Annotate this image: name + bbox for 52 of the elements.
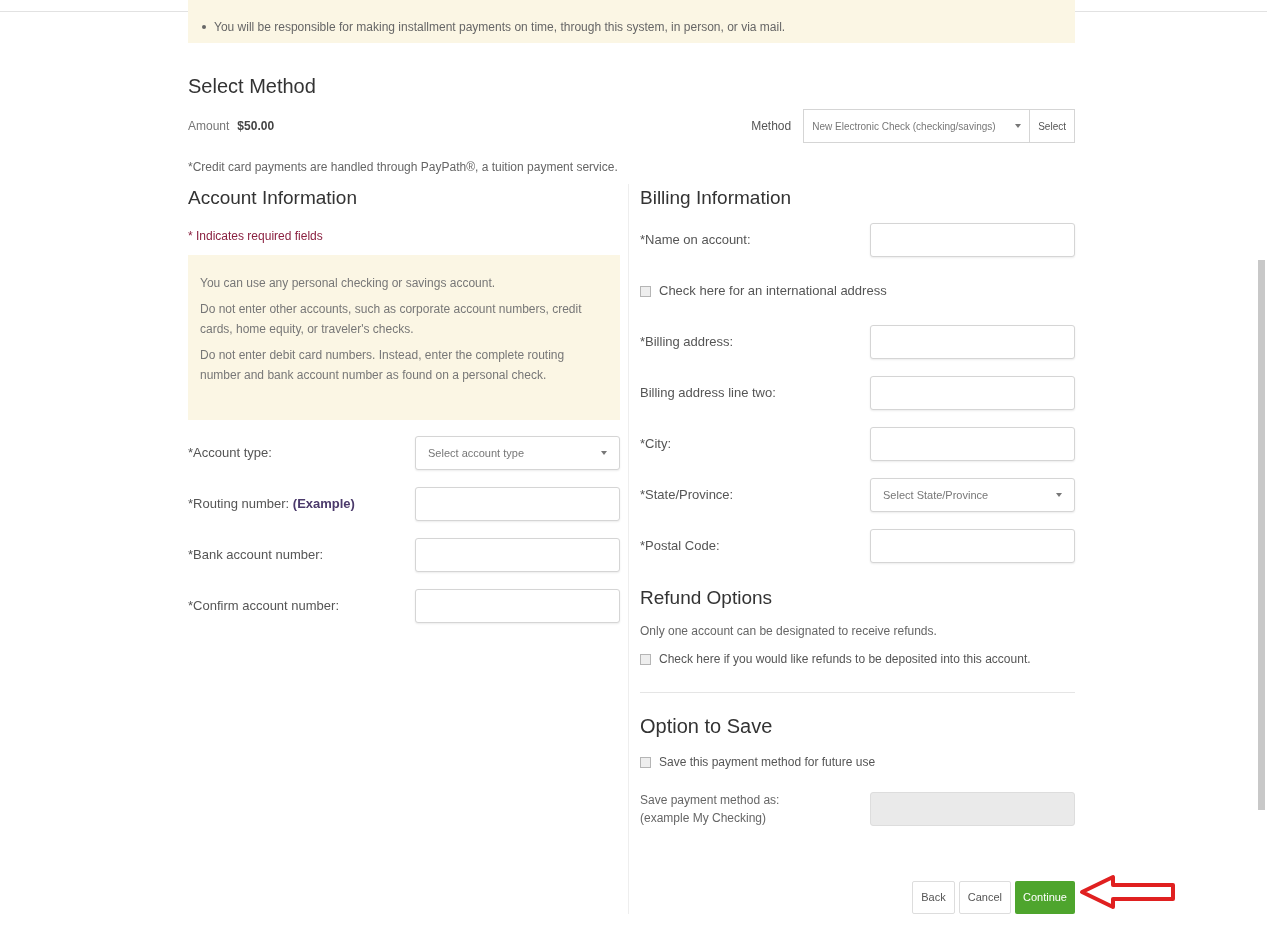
field-label: *Bank account number: (188, 546, 324, 565)
secondary-button[interactable]: Back (912, 881, 955, 914)
amount-value: $50.00 (237, 118, 275, 135)
field-label: Save payment method as: (640, 792, 780, 809)
section-heading: Refund Options (640, 585, 774, 610)
input-field[interactable] (870, 427, 1075, 461)
input-field[interactable] (870, 529, 1075, 563)
amount-label: Amount (188, 118, 230, 135)
info-text: Do not enter other accounts, such as corporate account numbers, credit cards, home equity, or traveler's checks. (200, 300, 583, 338)
method-label: Method (751, 118, 792, 135)
field-label: Billing address line two: (640, 384, 776, 403)
field-hint: (example My Checking) (640, 810, 768, 827)
caret-icon (1056, 493, 1062, 497)
info-text: You can use any personal checking or savings account. (200, 274, 497, 292)
refund-note: Only one account can be designated to receive refunds. (640, 623, 938, 640)
input-field[interactable] (870, 223, 1075, 257)
input-field[interactable] (415, 589, 620, 623)
required-note: * Indicates required fields (188, 227, 324, 245)
checkbox-label: Check here if you would like refunds to be deposited into this account. (659, 651, 1031, 668)
checkbox-label: Check here for an international address (659, 282, 887, 301)
input-field[interactable] (415, 487, 620, 521)
section-heading: Billing Information (640, 186, 793, 210)
checkbox[interactable] (640, 756, 651, 768)
info-text: Do not enter debit card numbers. Instead, enter the complete routing number and bank account number as found on a personal check. (200, 346, 566, 384)
section-heading: Option to Save (640, 714, 774, 739)
select-button[interactable]: Select (1030, 109, 1075, 143)
checkbox[interactable] (640, 285, 651, 297)
caret-icon (601, 451, 607, 455)
input-field[interactable] (415, 538, 620, 572)
input-field[interactable] (870, 376, 1075, 410)
field-label: *Confirm account number: (188, 597, 339, 616)
section-heading: Select Method (188, 74, 317, 99)
field-label: *State/Province: (640, 486, 734, 505)
field-label: *Routing number: (Example) (188, 495, 355, 514)
field-label: *Name on account: (640, 231, 751, 250)
secondary-button[interactable]: Cancel (958, 881, 1011, 914)
checkbox[interactable] (640, 653, 651, 665)
example-link[interactable]: (Example) (292, 496, 355, 512)
caret-icon (1015, 124, 1022, 128)
credit-card-note: *Credit card payments are handled through PayPath®, a tuition payment service. (188, 159, 619, 176)
field-label: *Account type: (188, 444, 272, 463)
field-label: *City: (640, 435, 672, 454)
notice-text: You will be responsible for making installment payments on time, through this system, in person, or via mail. (214, 18, 786, 36)
field-label: *Billing address: (640, 333, 734, 352)
input-field[interactable] (870, 325, 1075, 359)
section-heading: Account Information (188, 186, 358, 210)
bullet-icon (202, 24, 206, 29)
dropdown[interactable]: Select account type (415, 436, 620, 470)
dropdown[interactable]: Select State/Province (870, 478, 1075, 512)
checkbox-label: Save this payment method for future use (659, 754, 876, 771)
field-label: *Postal Code: (640, 537, 720, 556)
method-dropdown[interactable]: New Electronic Check (checking/savings) (803, 109, 1031, 143)
